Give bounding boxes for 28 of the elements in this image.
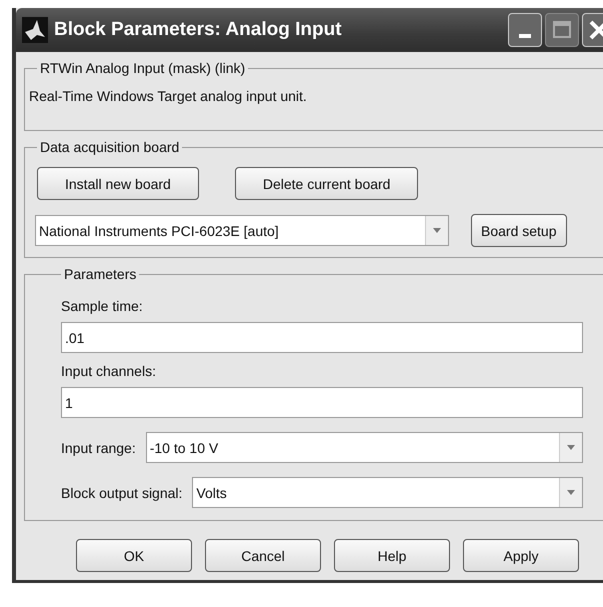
- board-setup-button[interactable]: Board setup: [471, 214, 566, 247]
- group-title: Data acquisition board: [39, 139, 180, 155]
- minimize-icon: [519, 34, 531, 38]
- dropdown-arrow-icon: [433, 228, 441, 233]
- input-field[interactable]: 1: [61, 387, 583, 418]
- dialog-button[interactable]: OK: [76, 539, 192, 572]
- group-title: Parameters: [63, 266, 138, 282]
- minimize-button[interactable]: [508, 13, 542, 47]
- select-dropdown[interactable]: -10 to 10 V: [146, 432, 583, 463]
- board-button[interactable]: Delete current board: [234, 167, 418, 200]
- board-button[interactable]: Install new board: [37, 167, 199, 200]
- maximize-button[interactable]: [545, 13, 579, 47]
- dialog-button[interactable]: Apply: [463, 539, 579, 572]
- input-field[interactable]: .01: [61, 322, 583, 353]
- description: Real-Time Windows Target analog input unit.: [29, 87, 308, 106]
- dropdown-arrow-icon: [567, 490, 575, 495]
- dialog-button[interactable]: Cancel: [205, 539, 321, 572]
- dropdown-arrow-icon: [567, 445, 575, 450]
- board-dropdown[interactable]: National Instruments PCI-6023E [auto]: [35, 215, 449, 246]
- select-dropdown[interactable]: Volts: [192, 477, 583, 508]
- field-label: Input channels:: [61, 363, 157, 379]
- group-title: RTWin Analog Input (mask) (link): [39, 60, 246, 76]
- field-label: Block output signal:: [61, 484, 182, 500]
- field-label: Sample time:: [61, 298, 144, 314]
- dialog-button[interactable]: Help: [334, 539, 450, 572]
- field-label: Input range:: [61, 440, 136, 456]
- app-icon: [22, 17, 48, 43]
- window-title: Block Parameters: Analog Input: [54, 19, 343, 41]
